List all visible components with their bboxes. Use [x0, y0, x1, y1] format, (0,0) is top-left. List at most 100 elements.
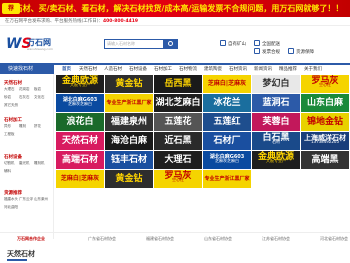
sidebar-item[interactable]: 辅料 [4, 169, 19, 175]
ad-tile[interactable]: 五莲红 [203, 113, 251, 131]
sidebar-item[interactable]: 切割机 [4, 161, 19, 167]
ad-tile[interactable]: 芝麻白|芝麻灰 [203, 75, 251, 93]
ad-tile[interactable]: 金典欧源 大板专业户 [56, 75, 104, 93]
ad-tile[interactable]: 黄金钻 [105, 75, 153, 93]
ad-tile[interactable]: 专业生产浙江黑厂家 [105, 94, 153, 112]
sidebar-group-items: 大理石 花岗岩 板岩砂岩 石灰石 文化石其它天然 [4, 87, 52, 111]
top-info-bar: 在万石网平台发布求购、平台服务热线(工作日)：400-800-4419 [0, 17, 350, 26]
ad-tile[interactable]: 锦地金钻 [301, 113, 349, 131]
nav-item[interactable]: 建筑陶瓷 [204, 66, 222, 72]
partner-link[interactable]: 江苏省石材协会 [262, 233, 290, 244]
site-header: WS 万石网 wanshiwang.com 请输入石材名称 自有矿山 全国配送 … [0, 26, 350, 63]
box-icon [288, 48, 294, 54]
ad-tile[interactable]: 金典欧源 大板专业户 [252, 151, 300, 169]
header-link-supply[interactable]: 货源保障 [288, 48, 314, 55]
site-logo[interactable]: WS 万石网 wanshiwang.com [6, 35, 60, 53]
logo-subtext: wanshiwang.com [27, 47, 53, 51]
ad-tile-title: 浪花白 [66, 117, 94, 127]
ad-tile[interactable]: 湖北白麻G603 芝麻灰芝麻白 [56, 94, 104, 112]
ad-tile[interactable]: 湖北芝麻白 [154, 94, 202, 112]
ad-tile[interactable]: 专业生产浙江黑厂家 [203, 170, 251, 188]
search-input[interactable]: 请输入石材名称 [104, 39, 164, 49]
sidebar-item[interactable]: 大理石 [4, 87, 19, 93]
sidebar-group-title[interactable]: 石材设备 [4, 154, 22, 160]
sidebar-group-title[interactable]: 货源推荐 [4, 190, 22, 196]
nav-item[interactable]: 关于我们 [304, 66, 322, 72]
ad-tile[interactable]: 上海威洋石材 13738492205 [301, 132, 349, 150]
ad-tile[interactable]: 钰丰石材 [105, 151, 153, 169]
sidebar-item[interactable]: 花岗岩 [19, 87, 34, 93]
sidebar-group-title[interactable]: 石材加工 [4, 117, 22, 123]
ad-tile[interactable]: 高端石材 [56, 151, 104, 169]
sidebar-item[interactable]: 雕刻机 [34, 161, 49, 167]
ad-tile[interactable]: 大理石 [154, 151, 202, 169]
ad-tile-title: 芙蓉白 [262, 117, 290, 127]
ad-tile-title: 石材厂 [213, 136, 241, 146]
nav-item[interactable]: 人造石材 [104, 66, 122, 72]
sidebar-item[interactable]: 其它天然 [4, 103, 19, 109]
ad-tile[interactable]: 高端黑 [301, 151, 349, 169]
ad-tile[interactable]: 福建泉州 [105, 113, 153, 131]
ad-tile[interactable]: 海沧白麻 [105, 132, 153, 150]
nav-item[interactable]: 天然石材 [79, 66, 97, 72]
sidebar-item[interactable]: 文化石 [34, 95, 49, 101]
ad-tile[interactable]: 天然石材 [56, 132, 104, 150]
section-title: 天然石材 [7, 250, 35, 258]
hotline-phone[interactable]: 400-800-4419 [103, 19, 138, 24]
nav-item-home[interactable]: 首页 [62, 66, 71, 72]
nav-item[interactable]: 新闻资讯 [254, 66, 272, 72]
nav-item[interactable]: 石材加工 [154, 66, 172, 72]
ad-tile[interactable]: 冰花兰 [203, 94, 251, 112]
sidebar-item[interactable]: 磨光机 [19, 161, 34, 167]
ad-tile-title: 钰丰石材 [110, 155, 147, 165]
nav-item[interactable]: 石材资讯 [229, 66, 247, 72]
header-link-invoice[interactable]: 发票合规 [254, 48, 280, 55]
ad-tile[interactable]: 山东白麻 [301, 94, 349, 112]
sidebar-item[interactable]: 拼花 [34, 124, 49, 130]
ad-tile[interactable]: 岳西黑 [154, 75, 202, 93]
sidebar-item[interactable]: 板岩 [34, 87, 49, 93]
nav-item[interactable]: 精品推荐 [279, 66, 297, 72]
ad-tile[interactable]: 罗马灰 空心柱 [301, 75, 349, 93]
ad-tile[interactable]: 近石黑 [154, 132, 202, 150]
ad-tile[interactable]: 浪花白 [56, 113, 104, 131]
partner-link[interactable]: 山东省石材协会 [204, 233, 232, 244]
ad-tile-title: 湖北芝麻白 [155, 98, 201, 108]
sidebar-item[interactable]: 广东云浮 [19, 197, 34, 203]
ad-tile-title: 五莲花 [164, 117, 192, 127]
partner-link[interactable]: 福建省石材协会 [146, 233, 174, 244]
ad-tile-title: 高端黑 [311, 155, 339, 165]
sidebar-item[interactable]: 福建水头 [4, 197, 19, 203]
sidebar-item[interactable]: 异形 [4, 124, 19, 130]
header-link-delivery[interactable]: 全国配送 [254, 40, 280, 47]
ad-tile[interactable]: 白石黑 石材 [252, 132, 300, 150]
ad-tile[interactable]: 梦幻白 [252, 75, 300, 93]
ad-tile[interactable]: 罗马灰 空心柱 [154, 170, 202, 188]
sidebar-item[interactable]: 河北曲阳 [4, 205, 19, 211]
sidebar-item[interactable]: 山东莱州 [34, 197, 49, 203]
nav-item[interactable]: 石材物流 [179, 66, 197, 72]
sidebar-group-items: 异形 雕刻 拼花工程板 [4, 124, 52, 140]
sidebar-item[interactable]: 石灰石 [19, 95, 34, 101]
ad-tile-title: 黄金钻 [115, 174, 143, 184]
ad-tile[interactable]: 湖北白麻G603 芝麻灰芝麻白 [203, 151, 251, 169]
ad-tile-title: 山东白麻 [306, 98, 343, 108]
sidebar-item[interactable]: 工程板 [4, 132, 19, 138]
search-icon [168, 41, 173, 46]
sidebar-item[interactable]: 雕刻 [19, 124, 34, 130]
search-button[interactable] [164, 39, 178, 49]
ad-tile-title: 梦幻白 [262, 79, 290, 89]
nav-item[interactable]: 石材设备 [129, 66, 147, 72]
ad-tile[interactable]: 蓝洞石 [252, 94, 300, 112]
sidebar-item[interactable]: 砂岩 [4, 95, 19, 101]
sidebar-group-title[interactable]: 天然石材 [4, 80, 22, 86]
ad-tile[interactable]: 芙蓉白 [252, 113, 300, 131]
ad-tile[interactable]: 五莲花 [154, 113, 202, 131]
partner-link[interactable]: 河北省石材协会 [320, 233, 348, 244]
partner-link[interactable]: 广东省石材协会 [88, 233, 116, 244]
top-promo-banner[interactable]: 荐 找石材、买/卖石材、看石材，解决石材找货/成本高/运输发票不合规问题，用万石… [0, 0, 350, 17]
header-link-mine[interactable]: 自有矿山 [220, 40, 246, 47]
ad-tile[interactable]: 黄金钻 [105, 170, 153, 188]
ad-tile[interactable]: 芝麻白|芝麻灰 [56, 170, 104, 188]
ad-tile[interactable]: 石材厂 [203, 132, 251, 150]
